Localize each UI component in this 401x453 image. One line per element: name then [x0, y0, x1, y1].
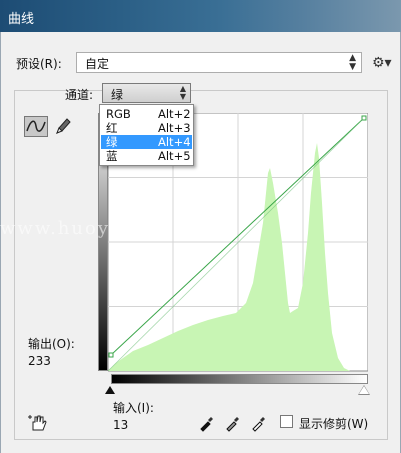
- preset-label: 预设(R):: [16, 57, 62, 71]
- curve-tool-icon[interactable]: [24, 116, 48, 137]
- option-name: 红: [106, 121, 118, 135]
- channel-option-red[interactable]: 红 Alt+3: [101, 121, 192, 135]
- window-title: 曲线: [8, 12, 35, 27]
- curve-point-white[interactable]: [361, 115, 367, 121]
- title-bar: 曲线: [0, 0, 401, 32]
- select-arrows-icon: ▲ ▼: [179, 84, 186, 101]
- white-point-slider[interactable]: [359, 386, 369, 394]
- output-label: 输出(O):: [28, 337, 75, 351]
- preset-select[interactable]: 自定 ▲ ▼: [76, 52, 362, 73]
- white-point-eyedropper-icon[interactable]: [250, 414, 268, 432]
- preset-value: 自定: [85, 57, 110, 71]
- input-gradient-bar: [111, 374, 368, 384]
- channel-value: 绿: [111, 88, 124, 102]
- channel-option-green[interactable]: 绿 Alt+4: [101, 135, 192, 149]
- pencil-icon[interactable]: [53, 116, 73, 137]
- hand-adjust-icon[interactable]: [28, 413, 50, 433]
- black-point-eyedropper-icon[interactable]: [198, 414, 216, 432]
- output-value[interactable]: 233: [28, 354, 51, 368]
- select-arrows-icon: ▲ ▼: [349, 53, 356, 72]
- option-shortcut: Alt+4: [158, 135, 191, 149]
- channel-select[interactable]: 绿 ▲ ▼: [102, 83, 191, 103]
- channel-label: 通道:: [65, 88, 94, 102]
- input-label: 输入(I):: [113, 401, 154, 415]
- black-point-slider[interactable]: [105, 386, 115, 394]
- input-value[interactable]: 13: [113, 418, 128, 432]
- show-clipping-checkbox[interactable]: [280, 415, 293, 428]
- channel-option-blue[interactable]: 蓝 Alt+5: [101, 149, 192, 163]
- option-shortcut: Alt+5: [158, 149, 191, 163]
- option-shortcut: Alt+2: [158, 107, 191, 121]
- channel-dropdown-menu: RGB Alt+2 红 Alt+3 绿 Alt+4 蓝 Alt+5: [99, 104, 194, 166]
- option-name: 蓝: [106, 149, 118, 163]
- curve-point-black[interactable]: [108, 352, 114, 358]
- gray-point-eyedropper-icon[interactable]: [224, 414, 242, 432]
- show-clipping-label[interactable]: 显示修剪(W): [299, 415, 368, 432]
- gear-icon[interactable]: ⚙▾: [372, 55, 392, 71]
- watermark: www.huoy...: [0, 218, 131, 239]
- option-shortcut: Alt+3: [158, 121, 191, 135]
- option-name: RGB: [106, 107, 131, 121]
- option-name: 绿: [106, 135, 118, 149]
- channel-option-rgb[interactable]: RGB Alt+2: [101, 107, 192, 121]
